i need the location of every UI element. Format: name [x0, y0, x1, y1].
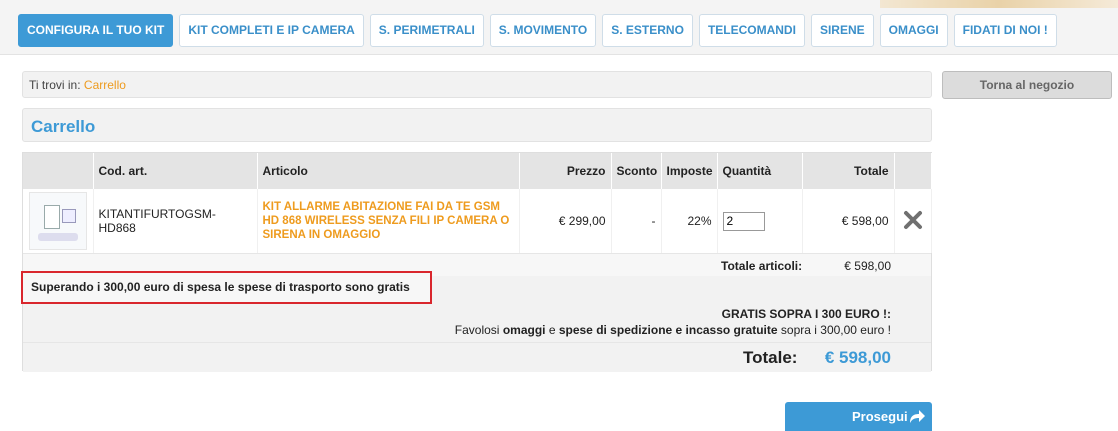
tab-sensori-esterno[interactable]: S. ESTERNO	[602, 14, 693, 47]
tab-sirene[interactable]: SIRENE	[810, 14, 874, 47]
tab-telecomandi[interactable]: TELECOMANDI	[698, 14, 805, 47]
top-navigation-bar: CONFIGURA IL TUO KIT KIT COMPLETI E IP C…	[0, 0, 1118, 55]
quantity-input[interactable]	[722, 211, 765, 231]
category-nav: CONFIGURA IL TUO KIT KIT COMPLETI E IP C…	[18, 14, 1057, 47]
promo-text-part: Favolosi	[454, 323, 503, 337]
grand-total-label: Totale:	[743, 348, 798, 367]
tab-configura-kit[interactable]: CONFIGURA IL TUO KIT	[18, 14, 174, 47]
grand-total-value: € 598,00	[824, 348, 891, 367]
header-article: Articolo	[257, 153, 520, 189]
header-total: Totale	[802, 153, 895, 189]
item-code: KITANTIFURTOGSM-HD868	[93, 189, 258, 253]
tab-sensori-movimento[interactable]: S. MOVIMENTO	[489, 14, 597, 47]
header-tax: Imposte	[661, 153, 718, 189]
grand-total-row: Totale: € 598,00	[23, 342, 931, 372]
items-total-label: Totale articoli:	[721, 259, 803, 273]
page-title: Carrello	[31, 117, 96, 136]
promo-row: GRATIS SOPRA I 300 EURO !: Favolosi omag…	[23, 304, 931, 344]
back-to-shop-button[interactable]: Torna al negozio	[942, 71, 1112, 99]
item-total: € 598,00	[802, 189, 895, 253]
promo-text-part: e	[545, 323, 559, 337]
breadcrumb-prefix: Ti trovi in:	[29, 78, 81, 92]
cart-item-row: KITANTIFURTOGSM-HD868 KIT ALLARME ABITAZ…	[23, 189, 932, 253]
promo-text: Favolosi omaggi e spese di spedizione e …	[455, 323, 891, 337]
breadcrumb: Ti trovi in: Carrello	[22, 71, 932, 98]
tab-omaggi[interactable]: OMAGGI	[879, 14, 948, 47]
header-quantity: Quantità	[717, 153, 803, 189]
item-tax: 22%	[661, 189, 718, 253]
shipping-notice: Superando i 300,00 euro di spesa le spes…	[21, 271, 432, 304]
header-remove	[894, 153, 932, 189]
header-banner-image	[880, 0, 1118, 8]
promo-text-bold: spese di spedizione e incasso gratuite	[558, 323, 778, 337]
header-image	[23, 153, 94, 189]
promo-title: GRATIS SOPRA I 300 EURO !:	[721, 307, 891, 321]
title-bar: Carrello	[22, 108, 932, 142]
tab-fidati-di-noi[interactable]: FIDATI DI NOI !	[953, 14, 1057, 47]
share-arrow-icon	[910, 410, 925, 423]
tab-sensori-perimetrali[interactable]: S. PERIMETRALI	[369, 14, 484, 47]
item-name-link[interactable]: KIT ALLARME ABITAZIONE FAI DA TE GSM HD …	[263, 200, 514, 242]
breadcrumb-current[interactable]: Carrello	[84, 78, 126, 92]
header-price: Prezzo	[519, 153, 612, 189]
product-thumbnail[interactable]	[28, 192, 87, 250]
tab-kit-completi[interactable]: KIT COMPLETI E IP CAMERA	[179, 14, 364, 47]
item-price: € 299,00	[519, 189, 612, 253]
header-code: Cod. art.	[93, 153, 258, 189]
cart-table: Cod. art. Articolo Prezzo Sconto Imposte…	[21, 152, 932, 372]
items-total-value: € 598,00	[844, 259, 891, 273]
item-discount: -	[611, 189, 662, 253]
proceed-button[interactable]: Prosegui	[785, 402, 932, 431]
cart-header-row: Cod. art. Articolo Prezzo Sconto Imposte…	[23, 153, 932, 189]
header-discount: Sconto	[611, 153, 662, 189]
promo-text-bold: omaggi	[502, 323, 546, 337]
promo-text-part: sopra i 300,00 euro !	[777, 323, 891, 337]
remove-icon[interactable]	[902, 209, 924, 231]
proceed-label: Prosegui	[852, 409, 908, 424]
